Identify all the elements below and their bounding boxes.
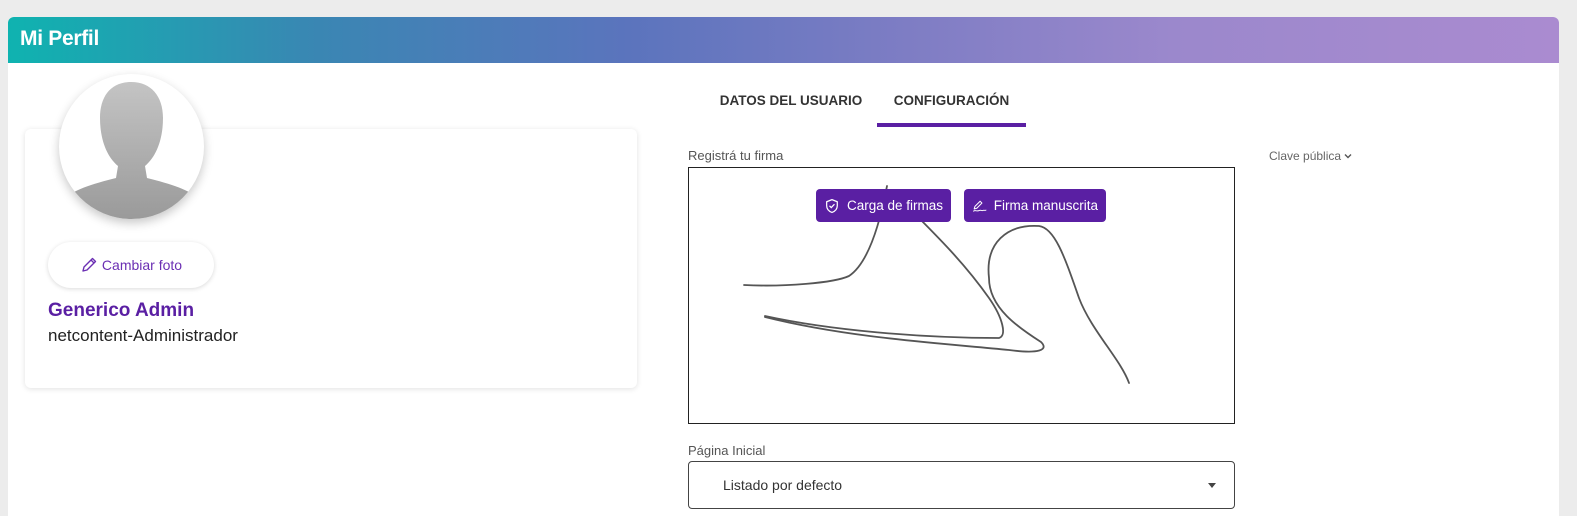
signature-pad[interactable]: Carga de firmas Firma manuscrita [688,167,1235,424]
signature-pen-icon [972,200,987,212]
shield-check-icon [826,198,838,213]
tab-user-data[interactable]: DATOS DEL USUARIO [708,87,874,123]
chevron-down-icon [1344,154,1352,159]
change-photo-button[interactable]: Cambiar foto [48,242,214,288]
public-key-label: Clave pública [1269,149,1342,163]
user-role: netcontent-Administrador [48,326,238,345]
signature-stroke [743,185,1130,384]
public-key-toggle[interactable]: Clave pública [1269,149,1353,163]
user-name: Generico Admin [48,300,195,321]
pencil-icon [82,257,97,272]
home-page-selected-value: Listado por defecto [723,477,843,493]
handwritten-signature-label: Firma manuscrita [993,198,1098,213]
avatar [59,74,204,219]
signature-label: Registrá tu firma [688,148,784,163]
caret-down-icon [1208,483,1216,488]
home-page-label: Página Inicial [688,443,766,458]
change-photo-label: Cambiar foto [101,257,183,273]
home-page-select[interactable]: Listado por defecto [688,461,1235,509]
profile-page: Mi Perfil Cambiar foto Generico Admin ne… [8,17,1559,516]
page-title: Mi Perfil [20,27,99,50]
upload-signatures-label: Carga de firmas [846,198,943,213]
upload-signatures-button[interactable]: Carga de firmas [816,189,951,222]
tab-configuration[interactable]: CONFIGURACIÓN [877,87,1026,127]
avatar-placeholder-icon [64,82,199,219]
page-header: Mi Perfil [8,17,1559,63]
handwritten-signature-button[interactable]: Firma manuscrita [964,189,1106,222]
